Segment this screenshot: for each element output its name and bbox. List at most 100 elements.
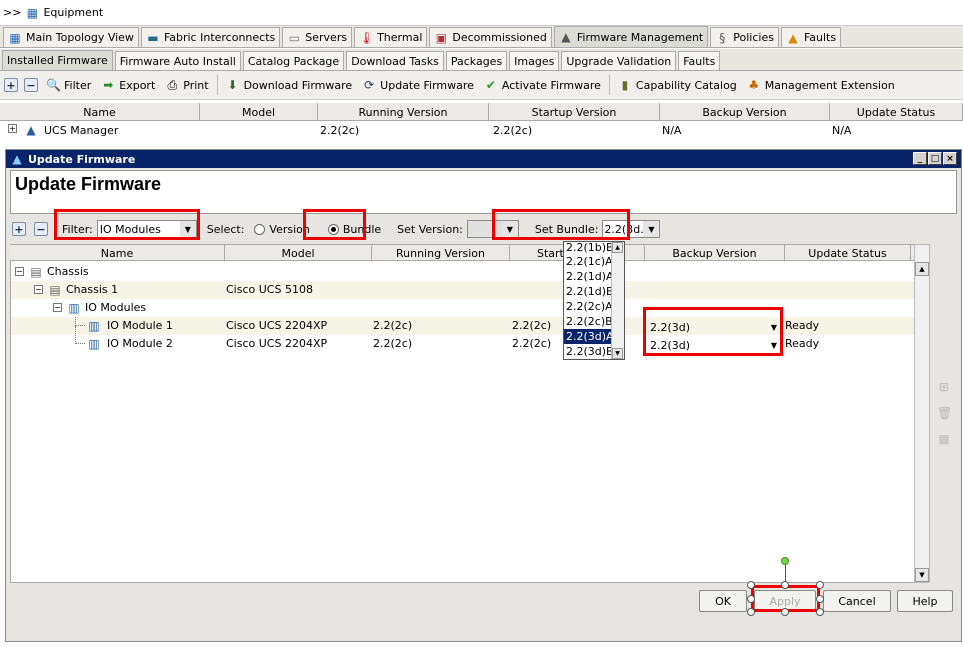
collapse-all-button[interactable]: − [34, 222, 48, 236]
column-header-update-status[interactable]: Update Status [830, 103, 963, 121]
cancel-button[interactable]: Cancel [823, 590, 891, 612]
resize-handle[interactable] [781, 608, 789, 616]
tab-catalog-package[interactable]: Catalog Package [242, 51, 345, 70]
row-update-status: N/A [832, 124, 852, 137]
minimize-button[interactable]: _ [913, 152, 927, 165]
version-radio[interactable] [254, 223, 266, 235]
column-header-running-version[interactable]: Running Version [372, 245, 510, 261]
tree-row-chassis-1[interactable]: − ▤ Chassis 1 Cisco UCS 5108 [11, 281, 915, 299]
add-icon[interactable]: ⊞ [937, 380, 951, 394]
tab-installed-firmware[interactable]: Installed Firmware [2, 50, 113, 70]
tab-faults-sub[interactable]: Faults [678, 51, 721, 70]
row-name: UCS Manager [44, 124, 119, 137]
dialog-grid-header: Name Model Running Version Start Backup … [10, 244, 930, 261]
download-firmware-button[interactable]: ⬇ Download Firmware [224, 74, 355, 96]
ok-button[interactable]: OK [699, 590, 747, 612]
tree-collapse-icon[interactable]: − [53, 303, 62, 312]
resize-handle[interactable] [816, 581, 824, 589]
update-firmware-button[interactable]: ⟳ Update Firmware [360, 74, 476, 96]
fault-warning-icon: ▲ [788, 30, 798, 45]
column-header-update-status[interactable]: Update Status [785, 245, 911, 261]
chevron-down-icon: ▼ [643, 221, 660, 237]
scroll-up-button[interactable]: ▲ [915, 262, 929, 276]
capability-catalog-button[interactable]: ▮ Capability Catalog [616, 74, 739, 96]
column-header-name[interactable]: Name [0, 103, 200, 121]
close-button[interactable]: × [943, 152, 957, 165]
tree-collapse-icon[interactable]: − [15, 267, 24, 276]
dropdown-option[interactable]: 2.2(2c)A [564, 299, 613, 314]
expand-all-button[interactable]: + [4, 78, 18, 92]
tab-packages[interactable]: Packages [445, 51, 508, 70]
tab-thermal[interactable]: 🌡 Thermal [354, 27, 428, 47]
column-header-backup-version[interactable]: Backup Version [660, 103, 830, 121]
tree-row-chassis[interactable]: − ▤ Chassis [11, 263, 915, 281]
fabric-interconnect-icon: ▬ [147, 30, 159, 45]
dropdown-option[interactable]: 2.2(1c)A [564, 254, 613, 269]
column-header-backup-version[interactable]: Backup Version [645, 245, 785, 261]
decommission-icon: ▣ [435, 30, 448, 45]
resize-handle[interactable] [747, 608, 755, 616]
tab-decommissioned[interactable]: ▣ Decommissioned [429, 27, 552, 47]
help-button[interactable]: Help [897, 590, 953, 612]
breadcrumb-label[interactable]: Equipment [43, 6, 103, 19]
printer-icon: ⎙ [167, 78, 178, 92]
firmware-icon: ▲ [561, 30, 571, 44]
scroll-down-button[interactable]: ▼ [612, 348, 623, 359]
resize-handle[interactable] [816, 608, 824, 616]
resize-handle[interactable] [781, 581, 789, 589]
tab-images[interactable]: Images [509, 51, 560, 70]
tab-firmware-auto-install[interactable]: Firmware Auto Install [114, 51, 241, 70]
resize-handle[interactable] [747, 595, 755, 603]
toolbar-divider [216, 75, 218, 95]
tab-servers[interactable]: ▭ Servers [282, 27, 353, 47]
trash-icon[interactable]: 🗑 [937, 406, 952, 420]
column-header-running-version[interactable]: Running Version [318, 103, 489, 121]
rotate-handle[interactable] [781, 557, 789, 565]
print-button[interactable]: ⎙ Print [163, 74, 210, 96]
column-header-model[interactable]: Model [200, 103, 318, 121]
dropdown-option[interactable]: 2.2(2c)B [564, 314, 613, 329]
dropdown-option[interactable]: 2.2(1d)A [564, 269, 614, 284]
maximize-button[interactable]: □ [928, 152, 942, 165]
expand-all-button[interactable]: + [12, 222, 26, 236]
scroll-down-button[interactable]: ▼ [915, 568, 929, 582]
highlight-filter [54, 209, 200, 240]
tree-connector [75, 326, 85, 344]
topology-icon: ▦ [9, 30, 21, 45]
dialog-title-bar[interactable]: ▲ Update Firmware _ □ × [6, 150, 961, 168]
scroll-up-button[interactable]: ▲ [612, 242, 623, 253]
tab-policies[interactable]: § Policies [710, 27, 779, 47]
column-header-name[interactable]: Name [10, 245, 225, 261]
tab-upgrade-validation[interactable]: Upgrade Validation [561, 51, 677, 70]
tab-main-topology-view[interactable]: ▦ Main Topology View [3, 27, 139, 47]
dropdown-option[interactable]: 2.2(1b)B [564, 242, 611, 254]
filter-button[interactable]: 🔍 Filter [44, 74, 93, 96]
dropdown-option[interactable]: 2.2(3d)B [564, 344, 614, 359]
column-header-startup-version[interactable]: Startup Version [489, 103, 660, 121]
expand-chevron-icon[interactable]: >> [3, 6, 21, 19]
column-header-model[interactable]: Model [225, 245, 372, 261]
tab-faults[interactable]: ▲ Faults [780, 27, 842, 47]
dropdown-option[interactable]: 2.2(1d)B [564, 284, 614, 299]
resize-handle[interactable] [816, 595, 824, 603]
top-tab-bar: ▦ Main Topology View ▬ Fabric Interconnect… [0, 26, 963, 48]
highlight-bundle [303, 209, 366, 240]
tree-expand-icon[interactable]: + [8, 124, 17, 133]
management-extension-button[interactable]: ♣ Management Extension [745, 74, 897, 96]
tab-download-tasks[interactable]: Download Tasks [346, 51, 444, 70]
properties-icon[interactable]: ▦ [937, 432, 951, 446]
vertical-scrollbar[interactable]: ▲ ▼ [914, 244, 930, 583]
export-button[interactable]: ➡ Export [99, 74, 157, 96]
dropdown-option-selected[interactable]: 2.2(3d)A [564, 329, 614, 344]
tab-fabric-interconnects[interactable]: ▬ Fabric Interconnects [140, 27, 281, 47]
resize-handle[interactable] [747, 581, 755, 589]
tree-collapse-icon[interactable]: − [34, 285, 43, 294]
row-startup-version: 2.2(2c) [493, 124, 533, 137]
bundle-dropdown-list[interactable]: 2.2(1b)B 2.2(1c)A 2.2(1d)A 2.2(1d)B 2.2(… [563, 241, 625, 360]
activate-firmware-button[interactable]: ✔ Activate Firmware [482, 74, 603, 96]
tab-firmware-management[interactable]: ▲ Firmware Management [553, 26, 709, 47]
filter-icon: 🔍 [46, 78, 61, 92]
dropdown-scrollbar[interactable]: ▲ ▼ [611, 242, 624, 359]
collapse-all-button[interactable]: − [24, 78, 38, 92]
table-row[interactable]: + ▲ UCS Manager 2.2(2c) 2.2(2c) N/A N/A [0, 121, 963, 140]
